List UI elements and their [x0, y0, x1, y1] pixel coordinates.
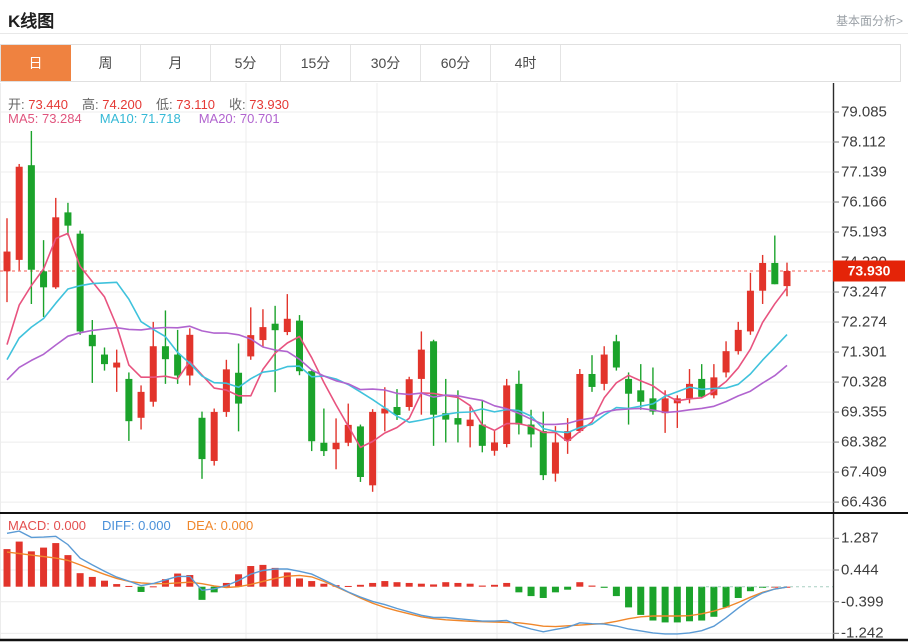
- axis-label: 1.287: [841, 530, 905, 547]
- dea-value: DEA: 0.000: [187, 518, 254, 533]
- axis-label: 73.247: [841, 284, 905, 301]
- macd-value: MACD: 0.000: [8, 518, 86, 533]
- axis-label: -1.242: [841, 625, 905, 642]
- axis-label: 75.193: [841, 224, 905, 241]
- ma5-value: MA5: 73.284: [8, 111, 82, 126]
- axis-label: 71.301: [841, 344, 905, 361]
- candles-layer: [4, 131, 791, 492]
- macd-values-row: MACD: 0.000 DIFF: 0.000 DEA: 0.000: [8, 518, 253, 533]
- axis-label: 66.436: [841, 494, 905, 511]
- axis-label: -0.399: [841, 593, 905, 610]
- axis-label: 78.112: [841, 134, 905, 151]
- axis-label: 68.382: [841, 434, 905, 451]
- diff-value: DIFF: 0.000: [102, 518, 171, 533]
- axis-layer: [0, 83, 908, 640]
- macd-layer: [4, 531, 834, 634]
- axis-label: 67.409: [841, 464, 905, 481]
- ma-lines-layer: [7, 233, 787, 447]
- axis-label: 76.166: [841, 194, 905, 211]
- ma10-value: MA10: 71.718: [100, 111, 181, 126]
- axis-label: 79.085: [841, 104, 905, 121]
- axis-label: 72.274: [841, 314, 905, 331]
- axis-label: 69.355: [841, 404, 905, 421]
- last-price-tag: 73.930: [833, 260, 905, 281]
- ma20-value: MA20: 70.701: [199, 111, 280, 126]
- gridlines: [0, 83, 833, 640]
- axis-label: 0.444: [841, 562, 905, 579]
- axis-label: 77.139: [841, 164, 905, 181]
- kline-page: K线图 基本面分析> 日周月5分15分30分60分4时 开: 73.440高: …: [0, 0, 908, 643]
- axis-label: 70.328: [841, 374, 905, 391]
- ma-values-row: MA5: 73.284 MA10: 71.718 MA20: 70.701: [8, 111, 280, 126]
- dea-line: [7, 552, 787, 627]
